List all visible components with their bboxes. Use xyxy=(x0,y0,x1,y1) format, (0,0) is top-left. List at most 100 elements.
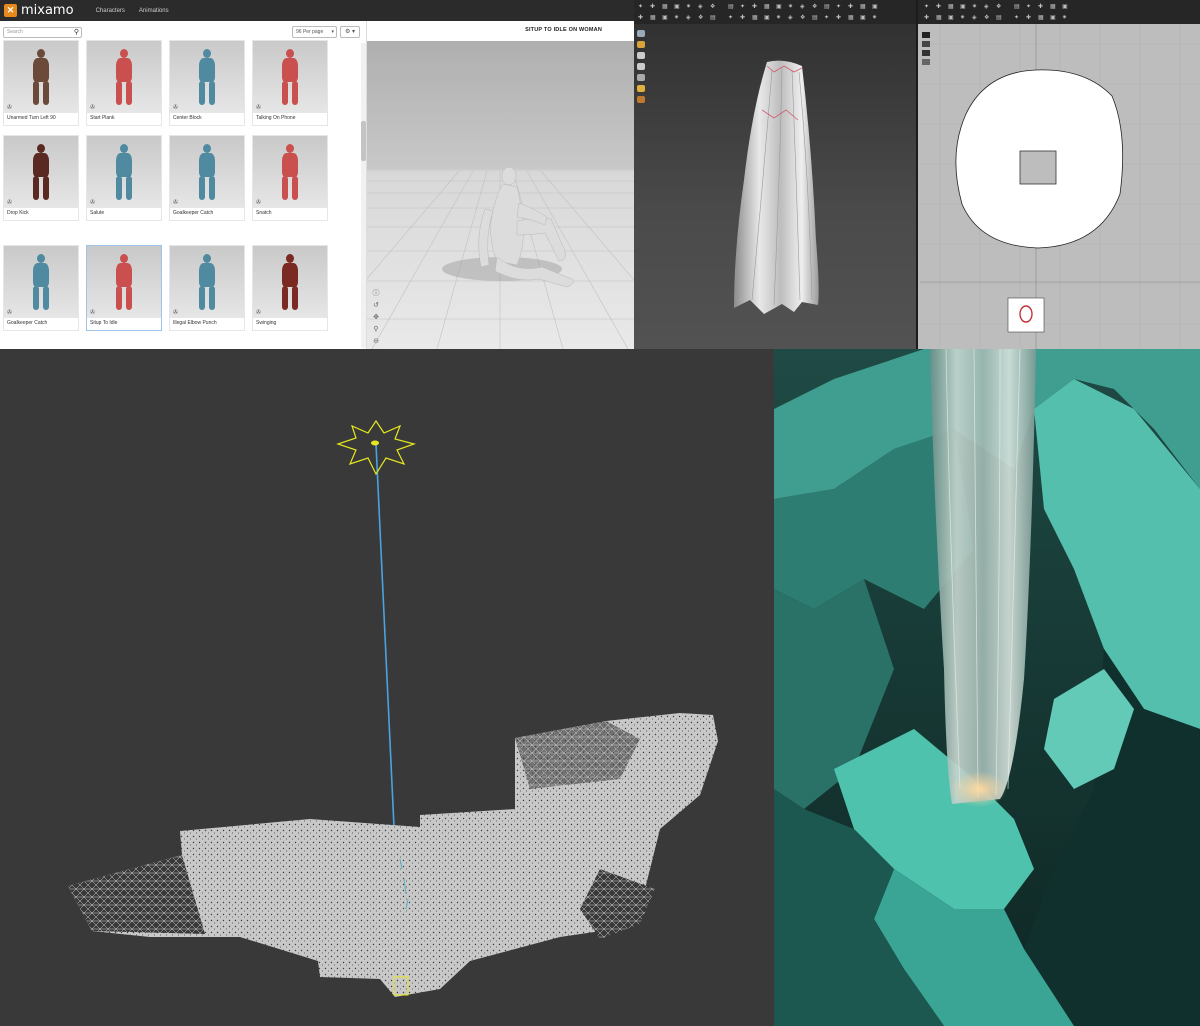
zoom-out-icon[interactable]: ⊖ xyxy=(371,337,381,346)
render-image xyxy=(774,349,1200,1026)
nav-characters[interactable]: Characters xyxy=(96,8,125,14)
per-page-select[interactable]: 96 Per page ▾ xyxy=(292,26,337,38)
search-icon[interactable]: ⚲ xyxy=(74,29,79,37)
preview-toolbar: ⓘ ↺ ✥ ⚲ ⊖ ■ xyxy=(371,289,381,349)
animation-card-label: Salute xyxy=(90,210,105,216)
animation-card-label: Swinging xyxy=(256,320,277,326)
running-man-icon: ✇ xyxy=(7,105,13,111)
animation-thumbnail: ✇ xyxy=(170,246,244,318)
reset-icon[interactable]: ↺ xyxy=(371,301,381,310)
sewing-icon[interactable] xyxy=(922,50,930,56)
running-man-icon: ✇ xyxy=(173,310,179,316)
move-icon[interactable]: ✥ xyxy=(371,313,381,322)
animation-card-label: Start Plank xyxy=(90,115,115,121)
pattern-2d-viewport[interactable]: ✦ ✚ ▦ ▣ ✷ ◈ ❖ ▤ ✦ ✚ ▦ ▣ ✚ ▦ ▣ ✷ ◈ ❖ ▤ ✦ ✚ ▦ ▣ ✷ xyxy=(916,0,1200,349)
animation-preview[interactable]: SITUP TO IDLE ON WOMAN ⓘ ↺ ✥ ⚲ ⊖ xyxy=(367,21,634,349)
toolbar-tool-icon[interactable]: ▤ xyxy=(1014,3,1020,11)
zoom-icon[interactable]: ⚲ xyxy=(371,325,381,334)
running-man-icon: ✇ xyxy=(7,200,13,206)
toolbar-tool-icon[interactable]: ▦ xyxy=(1050,3,1056,11)
animation-card-label: Goalkeeper Catch xyxy=(173,210,214,216)
animation-card[interactable]: ✇ Goalkeeper Catch xyxy=(3,245,79,331)
animation-card-label: Snatch xyxy=(256,210,272,216)
animation-card[interactable]: ✇ Swinging xyxy=(252,245,328,331)
cloth-3d-viewport[interactable]: ✦ ✚ ▦ ▣ ✷ ◈ ❖ ▤ ✦ ✚ ▦ ▣ ✷ ◈ ❖ ▤ ✦ ✚ ▦ ▣ ✚ ▦ ▣ ✷ ◈ ❖ ▤ ✦ ✚ ▦ ▣ ✷ ◈ ❖ ▤ ✦ ✚ ▦ ▣ ✷ xyxy=(634,0,916,349)
animation-card[interactable]: ✇ Illegal Elbow Punch xyxy=(169,245,245,331)
toolbar-tool-icon[interactable]: ❖ xyxy=(984,14,989,22)
toolbar-tool-icon[interactable]: ✷ xyxy=(1062,14,1067,22)
running-man-icon: ✇ xyxy=(173,105,179,111)
info-icon[interactable]: ⓘ xyxy=(371,289,381,298)
animation-browser: Search ⚲ 96 Per page ▾ ⚙ ▾ ✇ Unarmed Turn… xyxy=(0,21,367,349)
render-view xyxy=(774,349,1200,1026)
toolbar-tool-icon[interactable]: ✷ xyxy=(960,14,965,22)
toolbar-tool-icon[interactable]: ◈ xyxy=(984,3,989,11)
toolbar-tool-icon[interactable]: ❖ xyxy=(996,3,1001,11)
toolbar-tool-icon[interactable]: ✷ xyxy=(972,3,977,11)
edit-icon[interactable] xyxy=(922,41,930,47)
running-man-icon: ✇ xyxy=(7,310,13,316)
toolbar-tool-icon[interactable]: ▦ xyxy=(948,3,954,11)
mixamo-navbar: ✕ mixamo Characters Animations xyxy=(0,0,634,21)
toolbar-tool-icon[interactable]: ▦ xyxy=(1038,14,1044,22)
animation-thumbnail: ✇ xyxy=(253,136,327,208)
animation-card-label: Unarmed Turn Left 90 xyxy=(7,115,56,121)
animation-card-label: Goalkeeper Catch xyxy=(7,320,48,326)
running-man-icon: ✇ xyxy=(90,105,96,111)
toolbar-tool-icon[interactable]: ◈ xyxy=(972,14,977,22)
transform-icon[interactable] xyxy=(922,32,930,38)
toolbar-tool-icon[interactable]: ▦ xyxy=(936,14,942,22)
animation-thumbnail: ✇ xyxy=(87,246,161,318)
nav-animations[interactable]: Animations xyxy=(139,8,169,14)
animation-card-label: Illegal Elbow Punch xyxy=(173,320,217,326)
scrollbar[interactable] xyxy=(361,43,366,348)
toolbar-tool-icon[interactable]: ✚ xyxy=(1026,14,1031,22)
animation-thumbnail: ✇ xyxy=(253,246,327,318)
animation-card[interactable]: ✇ Unarmed Turn Left 90 xyxy=(3,40,79,126)
animation-card-label: Situp To Idle xyxy=(90,320,118,326)
mixamo-window: ✕ mixamo Characters Animations Search ⚲ … xyxy=(0,0,634,349)
animation-card-label: Drop Kick xyxy=(7,210,29,216)
scrollbar-thumb[interactable] xyxy=(361,121,366,161)
character-model xyxy=(442,166,574,288)
animation-card[interactable]: ✇ Center Block xyxy=(169,40,245,126)
toolbar-tool-icon[interactable]: ▣ xyxy=(1062,3,1068,11)
toolbar-tool-icon[interactable]: ✦ xyxy=(1014,14,1019,22)
gear-icon: ⚙ ▾ xyxy=(344,29,356,35)
toolbar-tool-icon[interactable]: ✦ xyxy=(924,3,929,11)
toolbar-tool-icon[interactable]: ▣ xyxy=(960,3,966,11)
running-man-icon: ✇ xyxy=(256,310,262,316)
pointcloud-viewport[interactable] xyxy=(0,349,774,1026)
pattern-canvas xyxy=(920,24,1200,349)
animation-thumbnail: ✇ xyxy=(87,41,161,113)
settings-dropdown[interactable]: ⚙ ▾ xyxy=(340,26,360,38)
animation-card[interactable]: ✇ Start Plank xyxy=(86,40,162,126)
toolbar-tool-icon[interactable]: ▣ xyxy=(948,14,954,22)
toolbar-tool-icon[interactable]: ✚ xyxy=(1038,3,1043,11)
search-input[interactable]: Search ⚲ xyxy=(3,27,82,38)
animation-thumbnail: ✇ xyxy=(4,136,78,208)
animation-thumbnail: ✇ xyxy=(170,41,244,113)
animation-card[interactable]: ✇ Goalkeeper Catch xyxy=(169,135,245,221)
toolbar-tool-icon[interactable]: ▤ xyxy=(996,14,1002,22)
toolbar-tool-icon[interactable]: ✚ xyxy=(936,3,941,11)
toolbar-tool-icon[interactable]: ▣ xyxy=(1050,14,1056,22)
animation-card[interactable]: ✇ Drop Kick xyxy=(3,135,79,221)
texture-icon[interactable] xyxy=(922,59,930,65)
composite-screenshot: ✕ mixamo Characters Animations Search ⚲ … xyxy=(0,0,1200,1026)
animation-card[interactable]: ✇ Snatch xyxy=(252,135,328,221)
animation-card-label: Center Block xyxy=(173,115,202,121)
toolbar-tool-icon[interactable]: ✚ xyxy=(924,14,929,22)
animation-card-label: Talking On Phone xyxy=(256,115,296,121)
mixamo-logo[interactable]: ✕ mixamo xyxy=(4,3,74,18)
running-man-icon: ✇ xyxy=(90,310,96,316)
animation-thumbnail: ✇ xyxy=(170,136,244,208)
animation-thumbnail: ✇ xyxy=(4,246,78,318)
animation-card[interactable]: ✇ Situp To Idle xyxy=(86,245,162,331)
toolbar-tool-icon[interactable]: ✦ xyxy=(1026,3,1031,11)
running-man-icon: ✇ xyxy=(90,200,96,206)
2d-side-toolbar xyxy=(922,32,932,65)
animation-card[interactable]: ✇ Salute xyxy=(86,135,162,221)
animation-card[interactable]: ✇ Talking On Phone xyxy=(252,40,328,126)
mixamo-logo-text: mixamo xyxy=(21,3,74,18)
